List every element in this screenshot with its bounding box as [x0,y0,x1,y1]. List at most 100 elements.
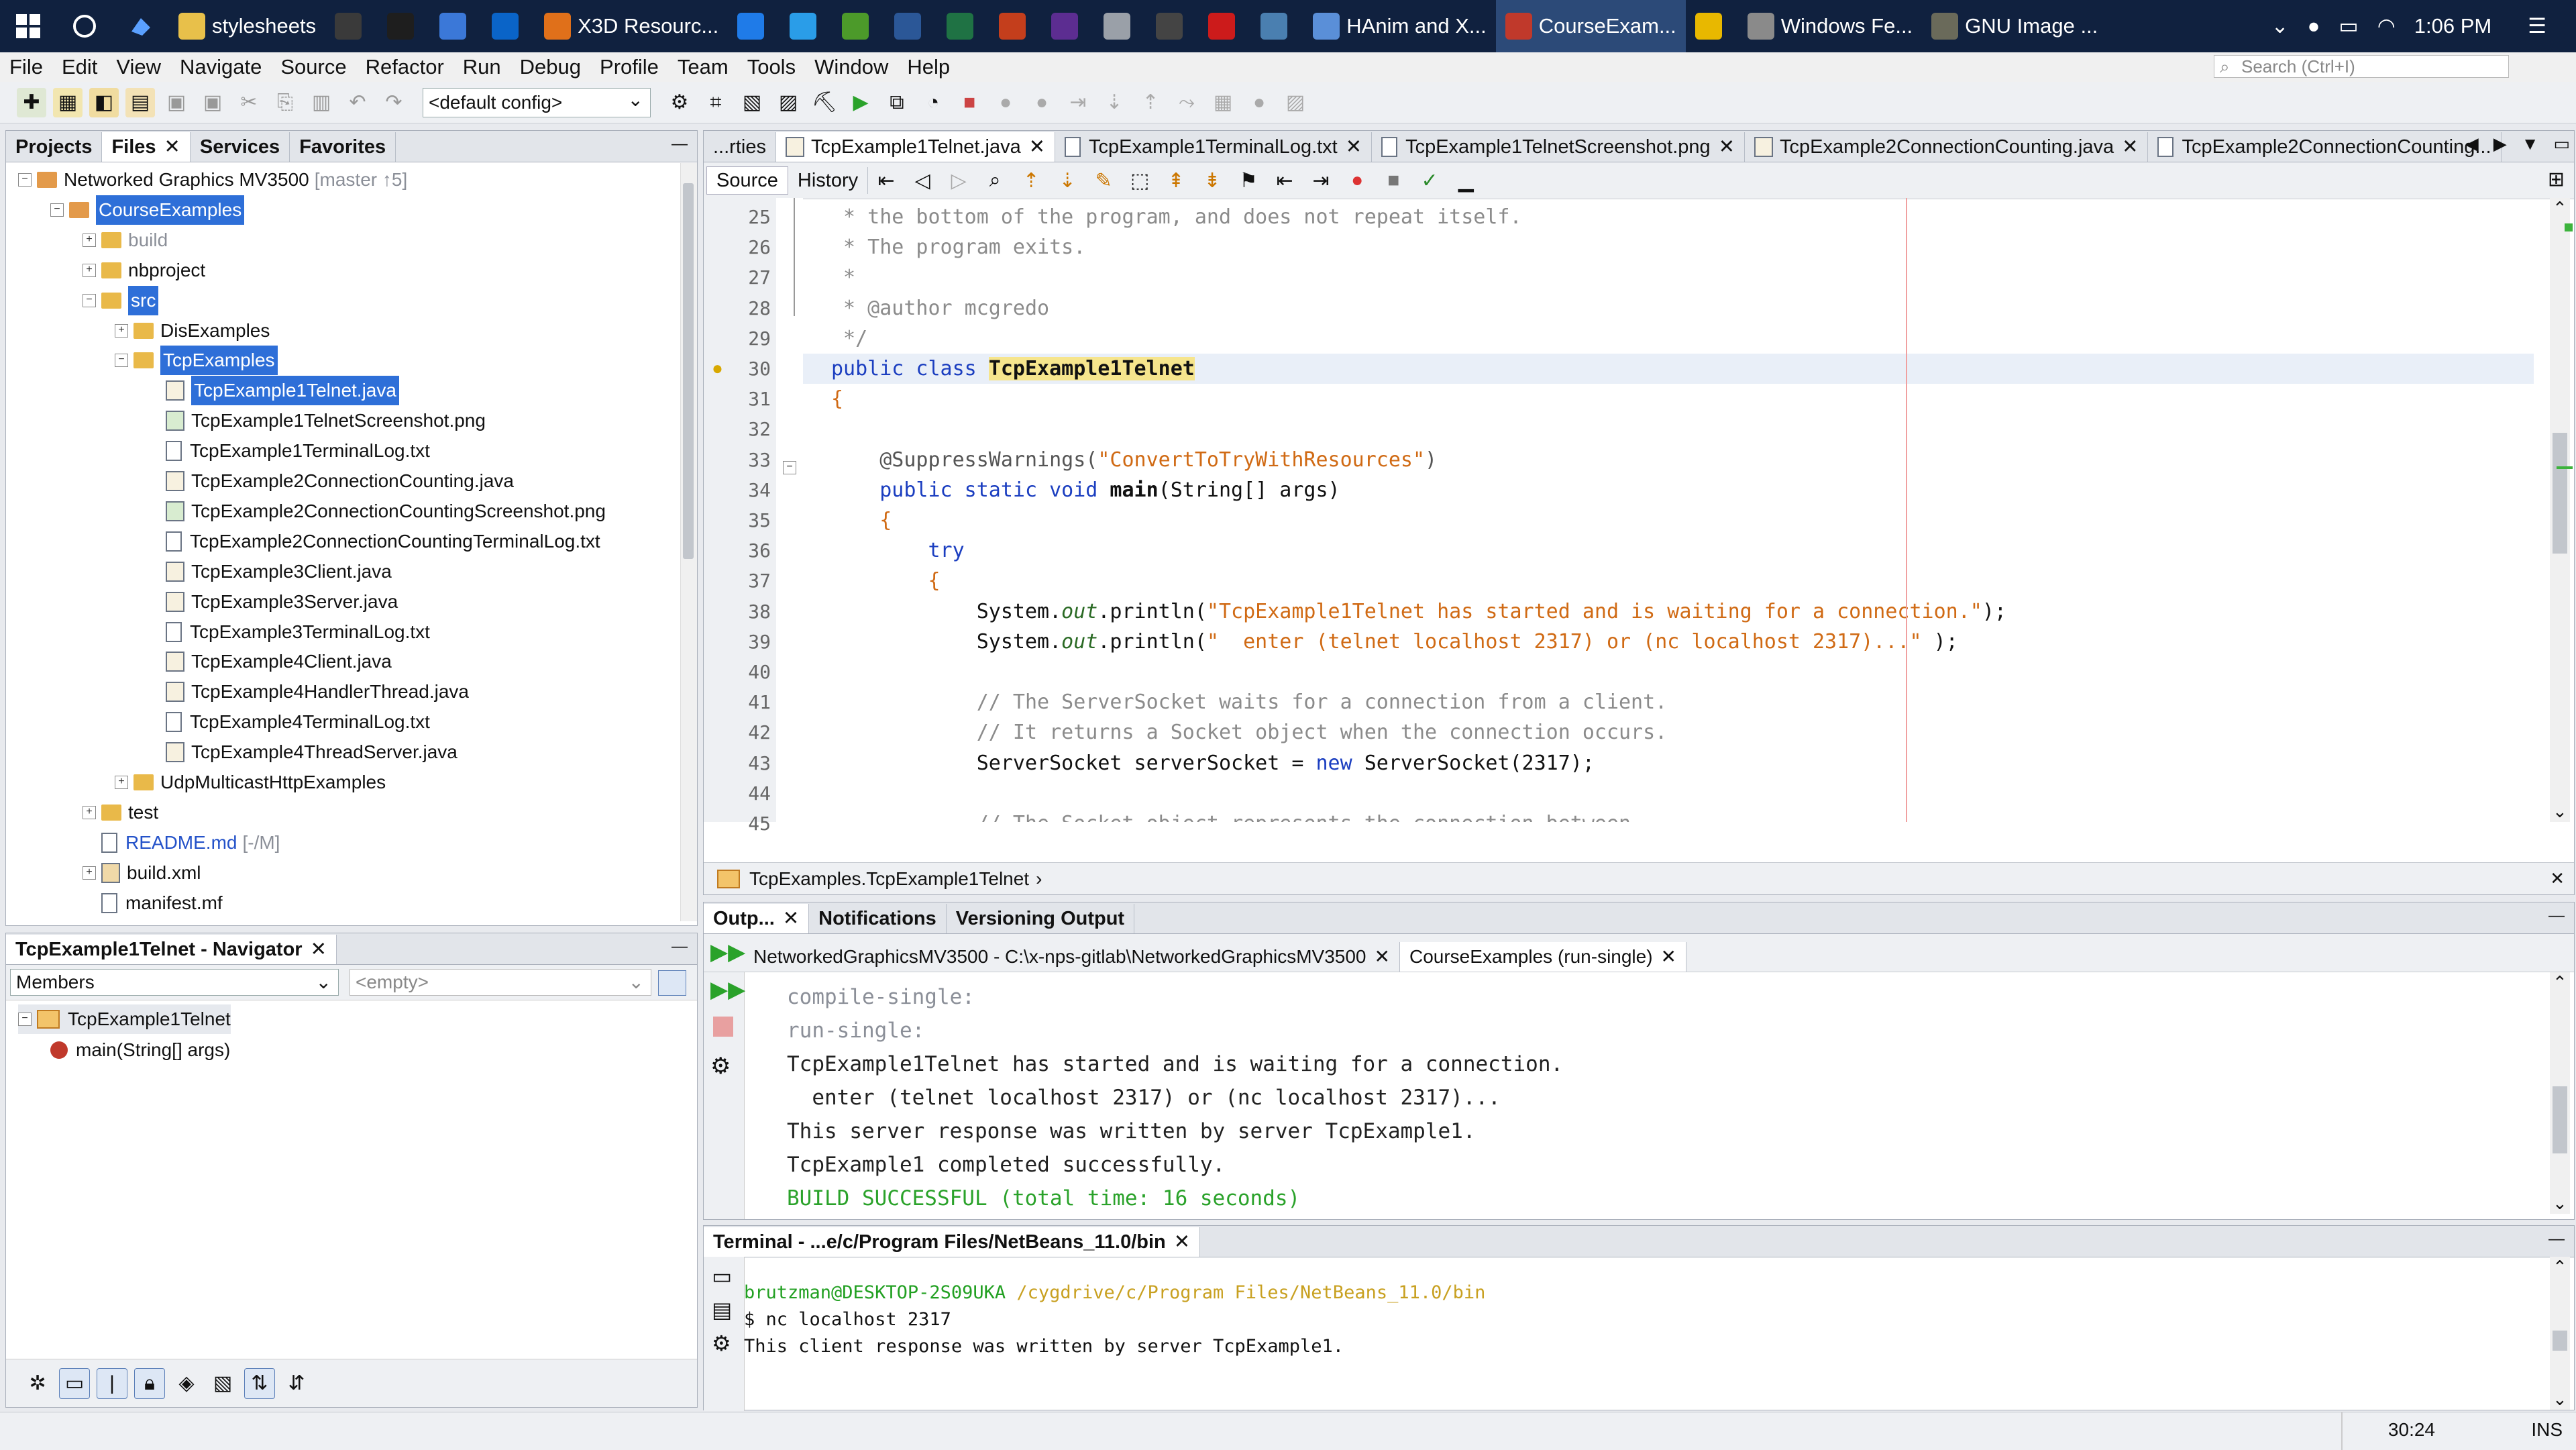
minimize-icon[interactable]: — [2548,1230,2565,1249]
scroll-up-arrow[interactable]: ⌃ [2553,198,2567,219]
show-fields-icon[interactable]: ▭ [59,1367,90,1399]
collapse-icon[interactable]: − [83,293,96,307]
editor-tab[interactable]: ...rties [704,132,776,162]
output-scrollbar[interactable]: ⌃ ⌄ [2550,972,2570,1214]
menu-item-tools[interactable]: Tools [738,55,805,79]
show-static-icon[interactable]: | [97,1367,127,1399]
tree-node[interactable]: TcpExample3Server.java [147,587,398,617]
test-icon[interactable]: ⛏ [810,88,839,117]
close-icon[interactable]: ✕ [783,908,799,929]
expand-icon[interactable]: + [83,263,96,277]
navigator-method[interactable]: main(String[] args) [50,1035,230,1065]
taskbar-app[interactable] [378,0,430,52]
close-icon[interactable]: ✕ [1029,132,1045,162]
tab-terminal[interactable]: Terminal - ...e/c/Program Files/NetBeans… [704,1227,1201,1257]
taskbar-app[interactable] [885,0,937,52]
minimize-icon[interactable]: — [2548,907,2565,925]
save-all-icon[interactable]: ▣ [198,88,227,117]
tree-node[interactable]: TcpExample4ThreadServer.java [147,737,458,767]
navigator-filter-input[interactable]: <empty> ⌄ [350,969,651,996]
close-icon[interactable]: ✕ [164,136,180,158]
tab-navigator[interactable]: TcpExample1Telnet - Navigator ✕ [6,935,337,964]
tab-output-panel-1[interactable]: Notifications [809,904,947,933]
notifications-icon[interactable]: ☰ [2528,14,2546,38]
step-over-icon[interactable]: ⇥ [1063,88,1093,117]
step-into-icon[interactable]: ⇣ [1099,88,1129,117]
taskbar-app[interactable] [833,0,885,52]
tree-scrollbar[interactable] [680,163,697,921]
taskbar-app[interactable]: Windows Fe... [1738,0,1922,52]
tree-node[interactable]: TcpExample4Client.java [147,647,392,676]
terminal-output[interactable]: brutzman@DESKTOP-2S09UKA /cygdrive/c/Pro… [744,1280,2542,1360]
editor-tab[interactable]: TcpExample2ConnectionCounting... [2148,132,2502,162]
split-editor-icon[interactable]: ⊞ [2548,168,2565,191]
members-select[interactable]: Members ⌄ [10,969,339,996]
tab-history[interactable]: History [788,167,869,194]
scroll-down-arrow[interactable]: ⌄ [2553,1193,2567,1214]
search-input[interactable]: ⌕ Search (Ctrl+I) [2214,55,2509,78]
stop-icon[interactable] [713,1017,733,1037]
settings-icon[interactable]: ⚙ [712,1331,731,1356]
tree-node[interactable]: TcpExample3Client.java [147,557,392,586]
menu-item-edit[interactable]: Edit [52,55,107,79]
output-subtab[interactable]: NetworkedGraphicsMV3500 - C:\x-nps-gitla… [744,942,1400,972]
open-file-icon[interactable]: ▤ [125,87,155,117]
tree-node[interactable]: TcpExample4TerminalLog.txt [147,707,430,737]
tree-node[interactable]: TcpExample4HandlerThread.java [147,677,469,707]
tree-node[interactable]: TcpExample1TerminalLog.txt [147,436,430,466]
tree-node[interactable]: − TcpExamples [115,346,278,376]
editor-scrollbar[interactable]: ⌃ ⌄ [2550,198,2570,822]
menu-item-navigate[interactable]: Navigate [170,55,271,79]
expand-icon[interactable]: + [83,233,96,247]
new-file-icon[interactable]: ✚ [17,87,46,117]
cortana-search-icon[interactable] [68,10,101,42]
hint-bulb-icon[interactable]: ● [712,358,723,379]
settings-icon[interactable]: ⚙ [710,1053,731,1080]
tree-node[interactable]: + nbproject [83,256,205,285]
collapse-icon[interactable]: − [115,354,128,368]
taskbar-app[interactable] [325,0,378,52]
taskbar-app[interactable]: GNU Image ... [1922,0,2107,52]
clean-build-icon[interactable]: ⌗ [701,88,731,117]
close-icon[interactable]: ✕ [1719,132,1735,162]
tree-node[interactable]: TcpExample1TelnetScreenshot.png [147,406,486,435]
menu-item-view[interactable]: View [107,55,170,79]
wifi-icon[interactable]: ◠ [2377,14,2396,38]
tab-output-panel-2[interactable]: Versioning Output [947,904,1135,933]
next-bookmark-icon[interactable]: ⇟ [1197,166,1227,195]
toggle-highlight-icon[interactable]: ✎ [1089,166,1118,195]
last-edit-icon[interactable]: ⇤ [871,166,901,195]
editor-tab[interactable]: TcpExample1TelnetScreenshot.png ✕ [1372,132,1745,162]
menu-item-help[interactable]: Help [898,55,959,79]
menu-item-debug[interactable]: Debug [511,55,590,79]
debug-icon[interactable]: ⧉ [882,88,912,117]
tree-node[interactable]: − src [83,285,159,315]
battery-icon[interactable]: ▭ [2339,14,2358,38]
step-out-icon[interactable]: ⇡ [1136,88,1165,117]
close-icon[interactable]: ✕ [1174,1231,1190,1253]
find-previous-icon[interactable]: ⇡ [1016,166,1046,195]
copy-icon[interactable]: ⎘ [270,88,300,117]
tab-projects-panel-0[interactable]: Projects [6,132,103,162]
taskbar-app[interactable] [430,0,482,52]
taskbar-app[interactable]: CourseExam... [1495,0,1686,52]
tree-node[interactable]: TcpExample2ConnectionCountingScreenshot.… [147,497,606,526]
rect-select-icon[interactable]: ⬚ [1125,166,1155,195]
sort-by-name-icon[interactable]: ⇵ [282,1369,311,1398]
taskbar-app[interactable] [780,0,833,52]
find-icon[interactable]: ⌕ [980,166,1010,195]
menu-item-refactor[interactable]: Refactor [356,55,453,79]
uncomment-icon[interactable]: ▁ [1451,166,1481,195]
close-icon[interactable]: ✕ [1346,132,1362,162]
clock-time[interactable]: 1:06 PM [2414,14,2491,38]
compile-icon[interactable]: ▧ [737,88,767,117]
terminal-icon[interactable]: ▭ [712,1263,732,1289]
redo-icon[interactable]: ↷ [379,88,409,117]
tree-node[interactable]: + build.xml [83,858,201,888]
tab-source[interactable]: Source [706,166,788,195]
save-icon[interactable]: ▣ [162,88,191,117]
scroll-up-arrow[interactable]: ⌃ [2553,972,2567,993]
tree-node[interactable]: TcpExample2ConnectionCountingTerminalLog… [147,527,600,556]
stop-icon[interactable]: ■ [955,88,984,117]
close-icon[interactable]: ✕ [2122,132,2138,162]
